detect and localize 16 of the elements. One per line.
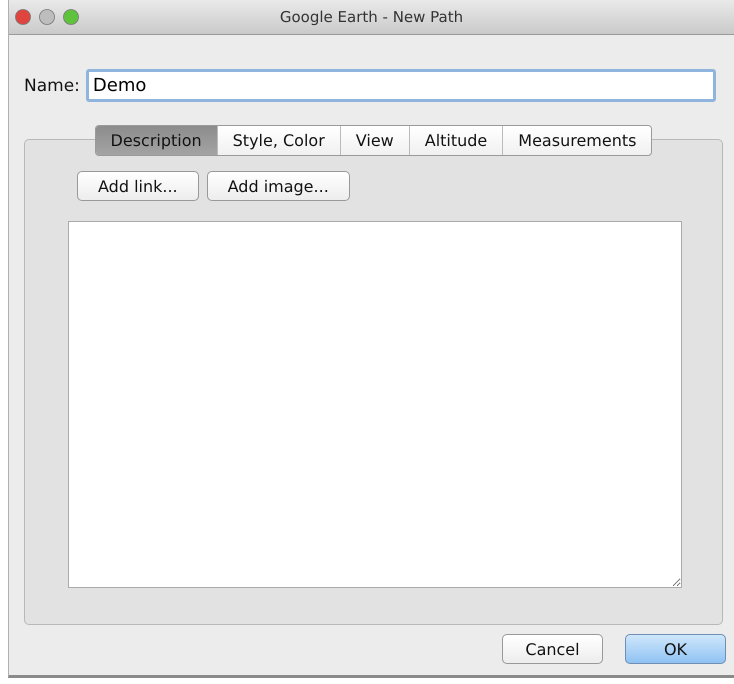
window-control-icon[interactable] [39,9,55,25]
tab[interactable]: Measurements [502,126,652,155]
tab[interactable]: View [340,126,409,155]
dialog-button[interactable]: Cancel [502,634,603,664]
window-title: Google Earth - New Path [280,8,464,26]
tab[interactable]: Style, Color [216,126,340,155]
tab[interactable]: Description [96,126,217,155]
description-field[interactable] [68,221,682,588]
name-label: Name: [24,76,80,96]
dialog-button[interactable]: OK [625,634,726,664]
add-button[interactable]: Add image... [206,171,350,201]
tab[interactable]: Altitude [408,126,502,155]
add-button[interactable]: Add link... [77,171,199,201]
window-control-icon[interactable] [63,9,79,25]
name-field[interactable]: Demo [86,69,716,102]
window-control-icon[interactable] [15,9,31,25]
